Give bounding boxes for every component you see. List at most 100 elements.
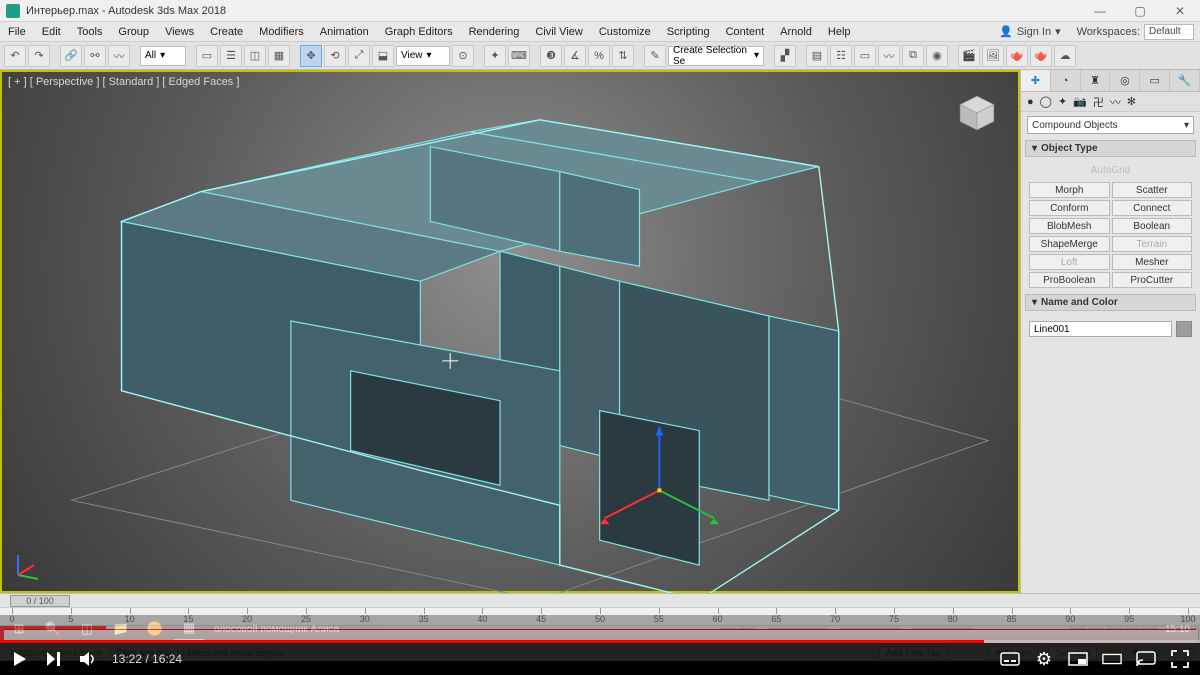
nav-maximize-button[interactable]: ⛶ bbox=[1188, 647, 1194, 658]
menu-civilview[interactable]: Civil View bbox=[527, 24, 590, 40]
browser-icon[interactable]: 🟠 bbox=[140, 617, 170, 641]
use-center-button[interactable]: ⊙ bbox=[452, 45, 474, 67]
windows-taskbar[interactable]: ⊞ 🔍 ◫ 📁 🟠 ▦ олосовой помощник Алиса 15:1… bbox=[0, 615, 1200, 643]
btn-boolean[interactable]: Boolean bbox=[1112, 218, 1193, 234]
explorer-icon[interactable]: 📁 bbox=[106, 617, 136, 641]
link-button[interactable]: 🔗 bbox=[60, 45, 82, 67]
unlink-button[interactable]: ⚯ bbox=[84, 45, 106, 67]
nav-pan-button[interactable]: ✥ bbox=[1131, 647, 1139, 658]
spinner-snap-button[interactable]: ⇅ bbox=[612, 45, 634, 67]
curve-editor-button[interactable]: 〰 bbox=[878, 45, 900, 67]
geometry-icon[interactable]: ● bbox=[1027, 96, 1034, 108]
tab-display[interactable]: ▭ bbox=[1140, 70, 1170, 91]
window-crossing-button[interactable]: ▦ bbox=[268, 45, 290, 67]
shapes-icon[interactable]: ◯ bbox=[1040, 95, 1052, 108]
tab-create[interactable]: ✚ bbox=[1021, 70, 1051, 91]
btn-connect[interactable]: Connect bbox=[1112, 200, 1193, 216]
align-button[interactable]: ▤ bbox=[806, 45, 828, 67]
btn-proboolean[interactable]: ProBoolean bbox=[1029, 272, 1110, 288]
taskbar-clock[interactable]: 15:10 bbox=[1159, 624, 1196, 635]
btn-scatter[interactable]: Scatter bbox=[1112, 182, 1193, 198]
menu-grapheditors[interactable]: Graph Editors bbox=[377, 24, 461, 40]
render-production-button[interactable]: 🫖 bbox=[1006, 45, 1028, 67]
category-dropdown[interactable]: Compound Objects▾ bbox=[1027, 116, 1194, 134]
menu-scripting[interactable]: Scripting bbox=[659, 24, 718, 40]
app-3dsmax-icon[interactable]: ▦ bbox=[174, 617, 204, 641]
window-maximize-button[interactable]: ▢ bbox=[1120, 0, 1160, 22]
helpers-icon[interactable]: 卍 bbox=[1093, 94, 1104, 110]
menu-create[interactable]: Create bbox=[202, 24, 251, 40]
snap-toggle-button[interactable]: ❸ bbox=[540, 45, 562, 67]
render-setup-button[interactable]: 🎬 bbox=[958, 45, 980, 67]
time-slider-knob[interactable]: 0 / 100 bbox=[10, 595, 70, 607]
select-rotate-button[interactable]: ⟲ bbox=[324, 45, 346, 67]
tab-hierarchy[interactable]: ♜ bbox=[1081, 70, 1111, 91]
menu-modifiers[interactable]: Modifiers bbox=[251, 24, 312, 40]
rollout-name-color[interactable]: ▾Name and Color bbox=[1025, 294, 1196, 311]
select-by-name-button[interactable]: ☰ bbox=[220, 45, 242, 67]
perspective-viewport[interactable]: [ + ] [ Perspective ] [ Standard ] [ Edg… bbox=[0, 70, 1020, 593]
start-button[interactable]: ⊞ bbox=[4, 617, 34, 641]
menu-help[interactable]: Help bbox=[820, 24, 859, 40]
render-iterative-button[interactable]: 🫖 bbox=[1030, 45, 1052, 67]
window-close-button[interactable]: ✕ bbox=[1160, 0, 1200, 22]
named-selection-dropdown[interactable]: Create Selection Se▾ bbox=[668, 46, 764, 66]
select-place-button[interactable]: ⬓ bbox=[372, 45, 394, 67]
workspace-selector[interactable]: Workspaces: Default bbox=[1071, 24, 1200, 40]
menu-edit[interactable]: Edit bbox=[34, 24, 69, 40]
menu-file[interactable]: File bbox=[0, 24, 34, 40]
add-time-tag-button[interactable]: Add Time Tag bbox=[879, 646, 948, 660]
btn-morph[interactable]: Morph bbox=[1029, 182, 1110, 198]
keyboard-shortcut-button[interactable]: ⌨ bbox=[508, 45, 530, 67]
keymode-dropdown[interactable]: Selected bbox=[1048, 646, 1097, 660]
search-icon[interactable]: 🔍 bbox=[38, 617, 68, 641]
btn-shapemerge[interactable]: ShapeMerge bbox=[1029, 236, 1110, 252]
toggle-ribbon-button[interactable]: ▭ bbox=[854, 45, 876, 67]
render-online-button[interactable]: ☁ bbox=[1054, 45, 1076, 67]
rendered-frame-button[interactable]: 🖼 bbox=[982, 45, 1004, 67]
select-move-button[interactable]: ✥ bbox=[300, 45, 322, 67]
cameras-icon[interactable]: 📷 bbox=[1073, 95, 1087, 108]
mirror-button[interactable]: ▞ bbox=[774, 45, 796, 67]
schematic-view-button[interactable]: ⧉ bbox=[902, 45, 924, 67]
maxscript-listener-label[interactable]: MAXScript Mini Listene bbox=[6, 648, 107, 658]
signin-button[interactable]: 👤 Sign In ▾ bbox=[989, 25, 1070, 38]
tab-modify[interactable]: ◔ bbox=[1051, 70, 1081, 91]
menu-animation[interactable]: Animation bbox=[312, 24, 377, 40]
tab-utilities[interactable]: 🔧 bbox=[1170, 70, 1200, 91]
autogrid-checkbox[interactable]: AutoGrid bbox=[1029, 163, 1192, 178]
menu-content[interactable]: Content bbox=[718, 24, 773, 40]
angle-snap-button[interactable]: ∡ bbox=[564, 45, 586, 67]
manipulate-button[interactable]: ✦ bbox=[484, 45, 506, 67]
redo-button[interactable]: ↷ bbox=[28, 45, 50, 67]
set-key-big-button[interactable]: 🔑 bbox=[1107, 647, 1121, 658]
nav-orbit-button[interactable]: ⟲ bbox=[1170, 647, 1178, 658]
menu-rendering[interactable]: Rendering bbox=[461, 24, 528, 40]
material-editor-button[interactable]: ◉ bbox=[926, 45, 948, 67]
menu-group[interactable]: Group bbox=[110, 24, 157, 40]
lights-icon[interactable]: ✦ bbox=[1058, 95, 1067, 108]
time-slider[interactable]: 0 / 100 bbox=[0, 593, 1200, 607]
btn-mesher[interactable]: Mesher bbox=[1112, 254, 1193, 270]
object-name-input[interactable] bbox=[1029, 321, 1172, 337]
layer-explorer-button[interactable]: ☷ bbox=[830, 45, 852, 67]
systems-icon[interactable]: ✻ bbox=[1127, 95, 1136, 108]
nav-zoom-button[interactable]: 🔍 bbox=[1149, 647, 1160, 658]
rollout-object-type[interactable]: ▾Object Type bbox=[1025, 140, 1196, 157]
menu-tools[interactable]: Tools bbox=[69, 24, 111, 40]
spacewarps-icon[interactable]: 〰 bbox=[1110, 94, 1121, 110]
menu-views[interactable]: Views bbox=[157, 24, 202, 40]
autokey-toggle[interactable]: Auto Key bbox=[988, 646, 1039, 660]
btn-procutter[interactable]: ProCutter bbox=[1112, 272, 1193, 288]
btn-conform[interactable]: Conform bbox=[1029, 200, 1110, 216]
selection-filter-dropdown[interactable]: All▾ bbox=[140, 46, 186, 66]
reference-coord-dropdown[interactable]: View▾ bbox=[396, 46, 450, 66]
bind-spacewarp-button[interactable]: 〰 bbox=[108, 45, 130, 67]
taskview-icon[interactable]: ◫ bbox=[72, 617, 102, 641]
btn-blobmesh[interactable]: BlobMesh bbox=[1029, 218, 1110, 234]
undo-button[interactable]: ↶ bbox=[4, 45, 26, 67]
object-color-swatch[interactable] bbox=[1176, 321, 1192, 337]
tab-motion[interactable]: ◎ bbox=[1110, 70, 1140, 91]
menu-arnold[interactable]: Arnold bbox=[772, 24, 820, 40]
select-object-button[interactable]: ▭ bbox=[196, 45, 218, 67]
